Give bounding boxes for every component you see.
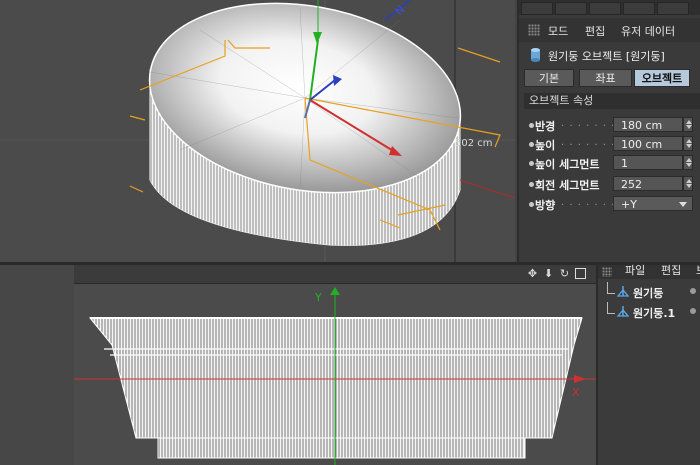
measure-label: 502 cm (455, 138, 493, 149)
down-arrow-icon[interactable]: ⬇ (543, 268, 554, 279)
animation-dot-icon[interactable] (529, 202, 534, 207)
menu-more[interactable]: 보 (696, 265, 700, 277)
list-item[interactable]: 원기둥 (598, 282, 700, 302)
orientation-select[interactable]: +Y (613, 196, 693, 211)
prop-height-segments-label: 높이 세그먼트 (535, 158, 600, 171)
prop-orientation-label: 방향 (535, 199, 556, 212)
radius-input[interactable]: 180 cm (613, 117, 683, 132)
rotate-icon[interactable]: ↻ (559, 268, 570, 279)
attribute-tabs: 기본 좌표 오브젝트 (524, 69, 700, 87)
panel-top-strip (519, 0, 700, 15)
object-name[interactable]: 원기둥.1 (633, 305, 675, 321)
tab-object[interactable]: 오브젝트 (634, 69, 690, 87)
height-input[interactable]: 100 cm (613, 136, 683, 151)
visibility-dot-icon[interactable] (690, 288, 696, 294)
null-object-icon (617, 286, 629, 297)
prop-radius: 반경 . . . . . . . 180 cm (524, 116, 700, 134)
front-viewport[interactable]: Y X (74, 265, 596, 465)
prop-rotation-segments-label: 회전 세그먼트 (535, 179, 600, 192)
object-title-row: 원기둥 오브젝트 [원기둥] (519, 44, 700, 66)
leader-dots: . . . . . . . (561, 118, 616, 129)
menu-edit[interactable]: 편집 (585, 23, 605, 39)
rotation-segments-spinner[interactable] (683, 176, 693, 191)
maximize-icon[interactable] (575, 268, 586, 279)
height-segments-input[interactable]: 1 (613, 155, 683, 170)
prop-height-segments: 높이 세그먼트 1 (524, 154, 700, 172)
null-object-icon (617, 306, 629, 317)
x-axis-label: X (572, 386, 580, 399)
height-segments-spinner[interactable] (683, 155, 693, 170)
cylinder-icon (531, 48, 540, 62)
move-icon[interactable]: ✥ (527, 268, 538, 279)
cylinder-perspective-render (0, 0, 515, 262)
grip-icon[interactable] (528, 24, 540, 36)
list-item[interactable]: 원기둥.1 (598, 302, 700, 322)
radius-spinner[interactable] (683, 117, 693, 132)
menu-userdata[interactable]: 유저 데이터 (621, 23, 675, 39)
prop-height-label: 높이 (535, 139, 556, 152)
object-name[interactable]: 원기둥 (633, 285, 663, 301)
tree-line (607, 282, 615, 294)
animation-dot-icon[interactable] (529, 123, 534, 128)
attribute-manager: 모드 편집 유저 데이터 원기둥 오브젝트 [원기둥] 기본 좌표 오브젝트 오… (517, 0, 700, 262)
animation-dot-icon[interactable] (529, 142, 534, 147)
object-manager-menubar: 파일 편집 보 (598, 265, 700, 279)
front-viewport-header: ✥ ⬇ ↻ (74, 265, 596, 284)
tab-coord[interactable]: 좌표 (579, 69, 632, 87)
object-manager: 파일 편집 보 원기둥 원기둥.1 (596, 265, 700, 465)
menu-edit[interactable]: 편집 (661, 265, 681, 277)
section-header: 오브젝트 속성 (524, 93, 700, 109)
leader-dots: . . . . . . . (561, 137, 616, 148)
perspective-viewport[interactable]: N 502 cm (0, 0, 515, 262)
rotation-segments-input[interactable]: 252 (613, 176, 683, 191)
cylinder-front-render (74, 287, 596, 465)
viewport-left-gutter (0, 265, 74, 465)
visibility-dot-icon[interactable] (690, 308, 696, 314)
leader-dots: . . . . . . . (561, 197, 616, 208)
height-spinner[interactable] (683, 136, 693, 151)
tree-line (607, 302, 615, 314)
animation-dot-icon[interactable] (529, 161, 534, 166)
animation-dot-icon[interactable] (529, 182, 534, 187)
object-title: 원기둥 오브젝트 [원기둥] (548, 50, 665, 63)
menu-mode[interactable]: 모드 (548, 23, 568, 39)
attribute-menubar: 모드 편집 유저 데이터 (519, 18, 700, 42)
y-axis-label: Y (315, 291, 322, 304)
grip-icon[interactable] (602, 267, 612, 277)
tab-basic[interactable]: 기본 (524, 69, 574, 87)
prop-rotation-segments: 회전 세그먼트 252 (524, 175, 700, 193)
prop-height: 높이 . . . . . . . 100 cm (524, 135, 700, 153)
prop-orientation: 방향 . . . . . . . +Y (524, 195, 700, 213)
menu-file[interactable]: 파일 (625, 265, 645, 277)
prop-radius-label: 반경 (535, 120, 556, 133)
